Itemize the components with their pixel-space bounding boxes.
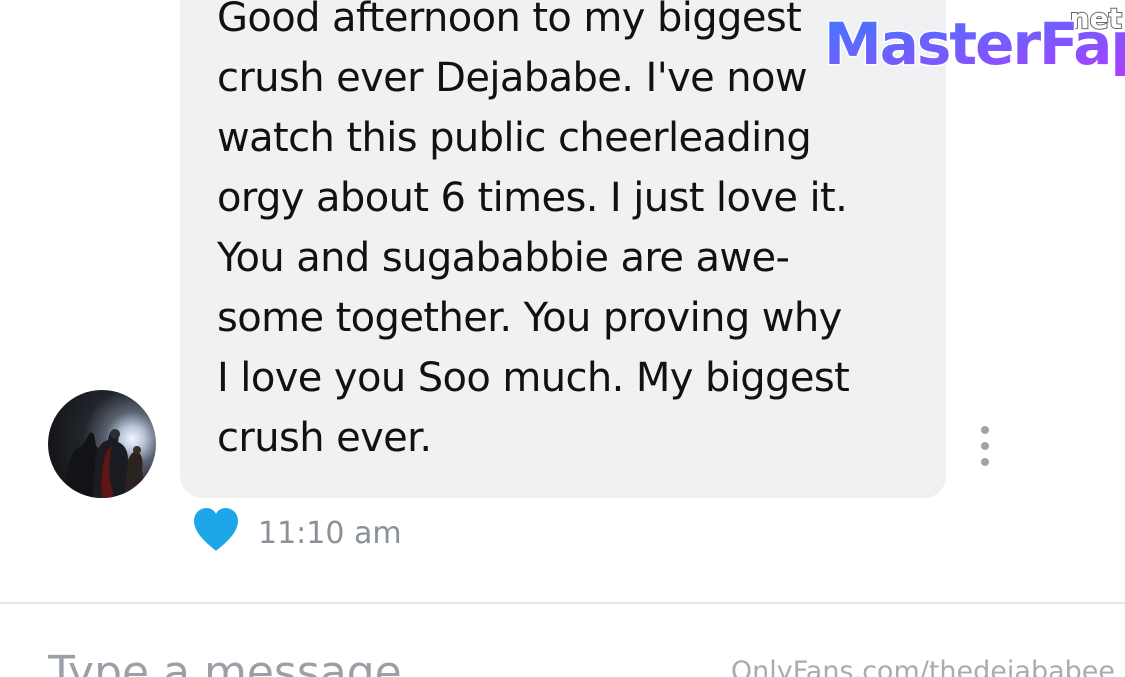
message-input[interactable]	[48, 642, 728, 677]
message-timestamp: 11:10 am	[258, 516, 402, 551]
message-line: You and sugababbie are awe-	[217, 235, 790, 281]
message-options-button[interactable]	[972, 426, 998, 466]
chat-screen: Good afternoon to my biggest crush ever …	[0, 0, 1125, 677]
message-line: crush ever.	[217, 415, 432, 461]
message-line: some together. You proving why	[217, 295, 842, 341]
message-line: I love you Soo much. My biggest	[217, 355, 850, 401]
message-line: watch this public cheerleading	[217, 115, 812, 161]
avatar-image	[62, 429, 146, 498]
footer-watermark: OnlyFans.com/thedejababee	[730, 656, 1115, 677]
message-line: crush ever Dejababe. I've now	[217, 55, 808, 101]
message-line: Good afternoon to my biggest	[217, 0, 802, 41]
more-vertical-icon	[981, 426, 989, 434]
more-vertical-icon-dot	[981, 442, 989, 450]
heart-icon	[194, 508, 238, 551]
site-logo-text: MasterFap	[824, 10, 1125, 78]
more-vertical-icon-dot	[981, 458, 989, 466]
like-button[interactable]	[192, 507, 240, 553]
message-line: orgy about 6 times. I just love it.	[217, 175, 848, 221]
sender-avatar[interactable]	[48, 390, 156, 498]
site-logo: .net MasterFap	[820, 0, 1125, 80]
message-text: Good afternoon to my biggest crush ever …	[217, 0, 917, 468]
message-composer: OnlyFans.com/thedejababee	[0, 604, 1125, 677]
